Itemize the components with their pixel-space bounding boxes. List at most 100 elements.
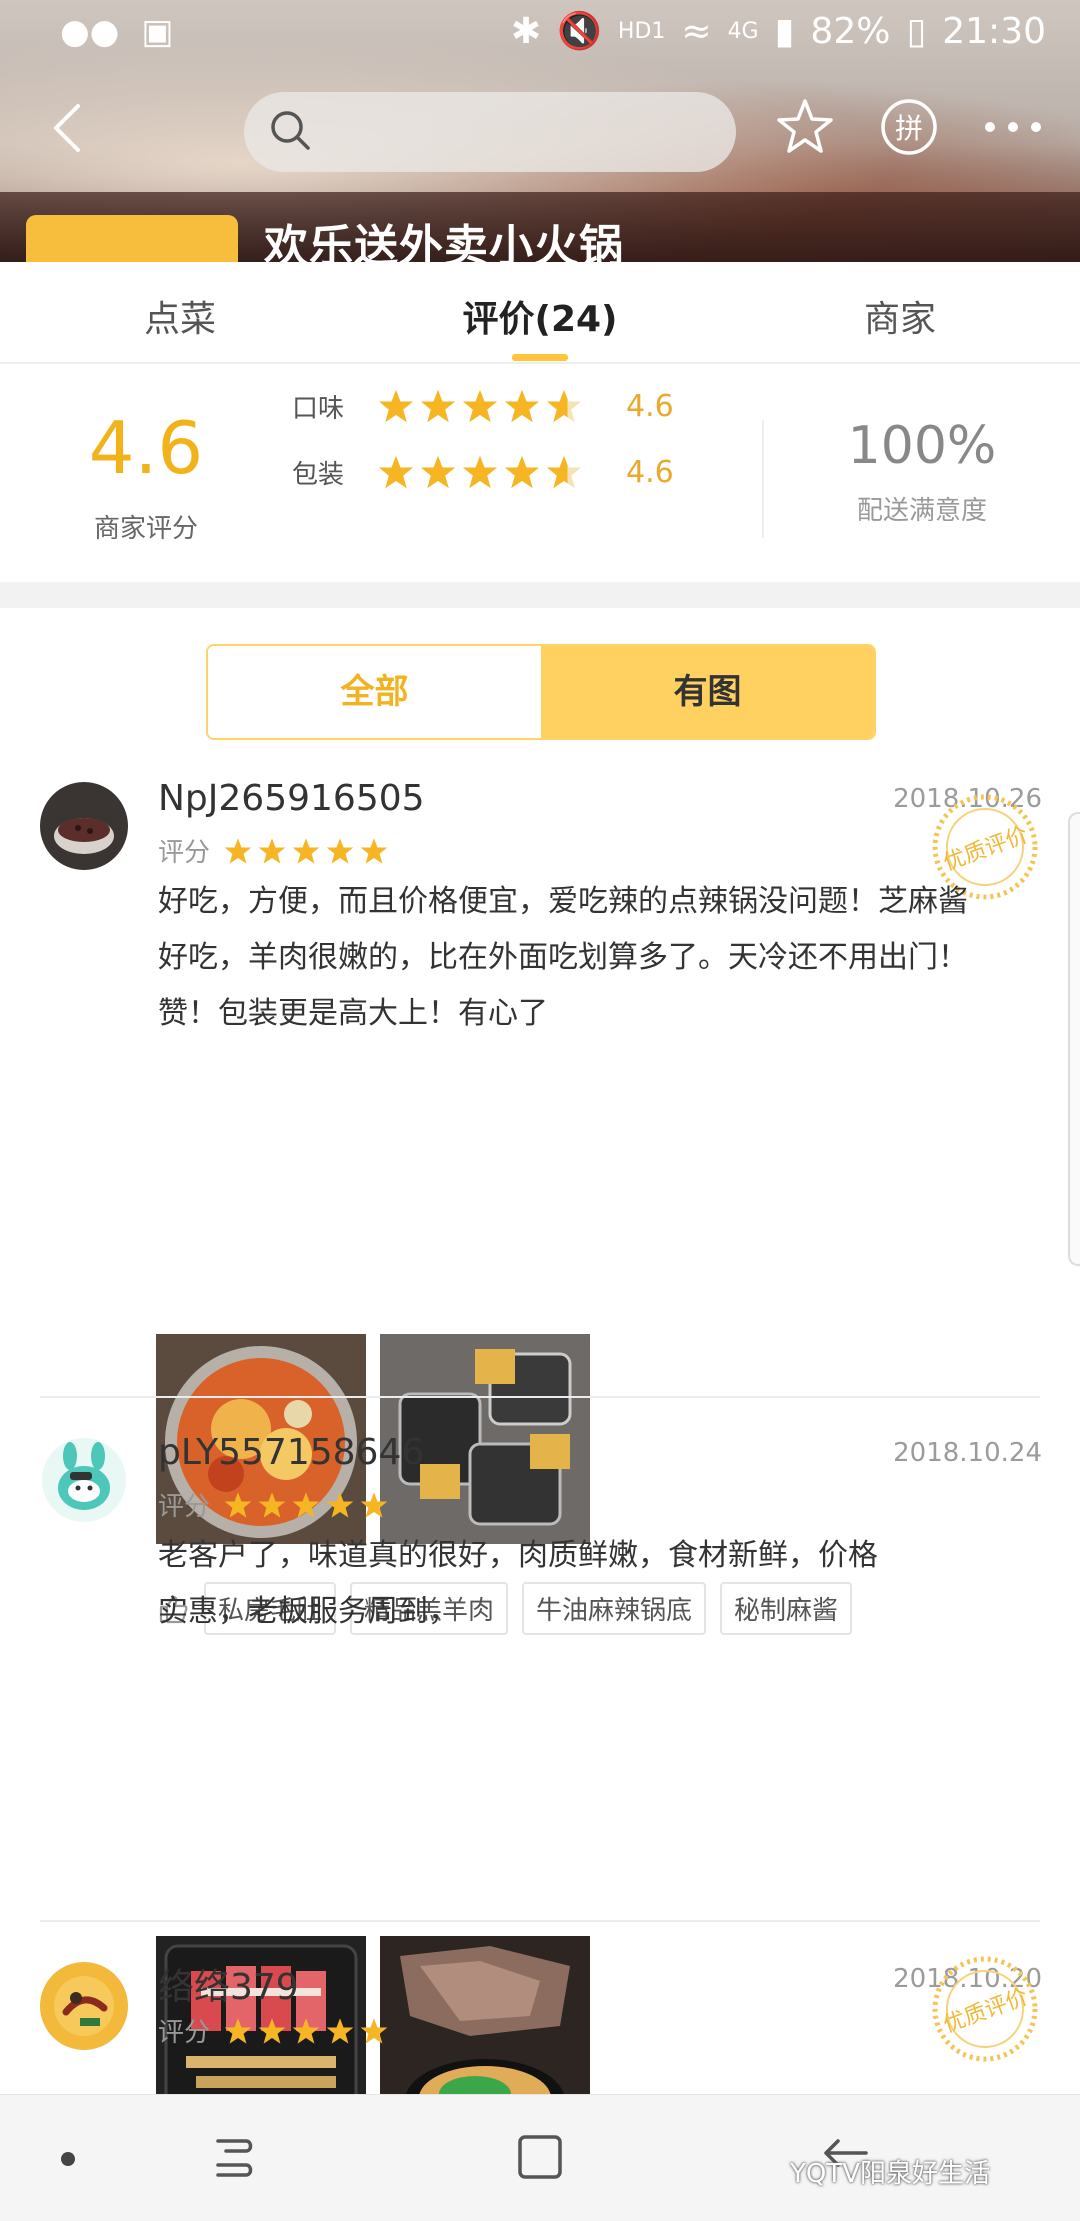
packaging-value: 4.6 bbox=[626, 454, 674, 490]
avatar-image bbox=[40, 1436, 128, 1524]
wechat-icon: ●● bbox=[60, 12, 120, 52]
score-divider bbox=[762, 420, 764, 538]
taste-label: 口味 bbox=[292, 393, 345, 424]
clock: 21:30 bbox=[942, 10, 1046, 52]
star-icon bbox=[360, 2017, 388, 2044]
star-icon bbox=[378, 455, 414, 489]
reviews-panel: 点菜 评价(24) 商家 4.6 商家评分 口味 4.6 包装 4.6 100%… bbox=[0, 262, 1080, 2094]
taste-stars bbox=[378, 388, 582, 424]
section-separator bbox=[0, 582, 1080, 608]
star-icon bbox=[224, 837, 252, 864]
star-icon bbox=[420, 389, 456, 423]
chevron-left-icon bbox=[53, 104, 80, 152]
svg-text:优质评价: 优质评价 bbox=[940, 1985, 1031, 2039]
recent-apps-icon[interactable] bbox=[212, 2129, 262, 2185]
favorite-button[interactable] bbox=[772, 94, 838, 160]
back-button[interactable] bbox=[40, 98, 100, 158]
review-stars bbox=[224, 837, 388, 865]
home-icon[interactable] bbox=[514, 2129, 566, 2185]
review-username: pLY557158646 bbox=[158, 1432, 425, 1473]
review-text-line: 老客户了，味道真的很好，肉质鲜嫩，食材新鲜，价格 bbox=[158, 1538, 878, 1573]
packaging-label: 包装 bbox=[292, 459, 345, 490]
star-icon bbox=[292, 837, 320, 864]
watermark: YQTV阳泉好生活 bbox=[790, 2159, 991, 2189]
tab-bar: 点菜 评价(24) 商家 bbox=[0, 262, 1080, 364]
tab-reviews[interactable]: 评价(24) bbox=[420, 290, 660, 342]
review-text-line: 好吃，羊肉很嫩的，比在外面吃划算多了。天冷还不用出门！ bbox=[158, 940, 968, 975]
star-icon bbox=[378, 389, 414, 423]
review-divider bbox=[40, 1920, 1040, 1922]
store-header: ●● ▣ ✱ 🔇 HD1 ≈ 4G ▮ 82% ▯ 21:30 拼 欢乐送外卖小… bbox=[0, 0, 1080, 262]
status-bar: ●● ▣ ✱ 🔇 HD1 ≈ 4G ▮ 82% ▯ 21:30 bbox=[0, 0, 1080, 66]
review-score-label: 评分 bbox=[158, 838, 211, 868]
star-icon bbox=[224, 2017, 252, 2044]
review-score-label: 评分 bbox=[158, 1492, 211, 1522]
system-nav-bar: YQTV阳泉好生活 bbox=[0, 2094, 1080, 2221]
review-filter: 全部 有图 bbox=[206, 644, 876, 740]
star-icon bbox=[292, 1491, 320, 1518]
review-username: NpJ265916505 bbox=[158, 778, 425, 819]
review-score: 评分 bbox=[158, 2012, 388, 2049]
quality-review-stamp-icon: 优质评价 bbox=[932, 1956, 1038, 2062]
bluetooth-icon: ✱ bbox=[510, 10, 542, 52]
delivery-satisfaction-label: 配送满意度 bbox=[856, 496, 987, 526]
star-icon bbox=[504, 455, 540, 489]
avatar[interactable] bbox=[40, 1436, 128, 1524]
network-label: HD1 bbox=[617, 18, 666, 44]
store-logo bbox=[26, 215, 238, 262]
star-icon bbox=[224, 1491, 252, 1518]
search-input[interactable] bbox=[324, 108, 708, 158]
review-text-line: 好吃，方便，而且价格便宜，爱吃辣的点辣锅没问题！芝麻酱 bbox=[158, 884, 968, 919]
tab-menu[interactable]: 点菜 bbox=[60, 290, 300, 342]
svg-text:拼: 拼 bbox=[895, 112, 923, 145]
star-icon bbox=[326, 837, 354, 864]
wifi-icon: ≈ bbox=[681, 10, 712, 52]
star-icon bbox=[326, 2017, 354, 2044]
taste-value: 4.6 bbox=[626, 388, 674, 424]
star-icon bbox=[462, 389, 498, 423]
review-text-line: 实惠，老板服务周到， bbox=[158, 1594, 458, 1629]
store-name: 欢乐送外卖小火锅 bbox=[264, 221, 624, 262]
star-icon bbox=[420, 455, 456, 489]
review-score: 评分 bbox=[158, 1486, 388, 1523]
avatar-image bbox=[40, 782, 128, 870]
star-icon bbox=[504, 389, 540, 423]
review-date: 2018.10.24 bbox=[893, 1438, 1042, 1468]
more-dots-icon bbox=[985, 122, 1041, 132]
signal-label: 4G bbox=[727, 18, 759, 44]
tab-merchant[interactable]: 商家 bbox=[780, 290, 1020, 342]
top-navbar: 拼 bbox=[0, 88, 1080, 174]
message-icon: ▣ bbox=[141, 12, 174, 52]
review-item: NpJ265916505 2018.10.26 评分 优质评价 好吃，方便，而且… bbox=[0, 778, 1080, 1635]
star-outline-icon bbox=[777, 99, 833, 153]
review-username: 络络379 bbox=[158, 1967, 299, 2008]
avatar[interactable] bbox=[40, 782, 128, 870]
avatar[interactable] bbox=[40, 1962, 128, 2050]
search-bar[interactable] bbox=[244, 92, 736, 172]
search-icon bbox=[271, 111, 310, 150]
battery-icon: ▯ bbox=[906, 10, 927, 52]
filter-all-button[interactable]: 全部 bbox=[208, 646, 541, 738]
dot-icon[interactable] bbox=[58, 2149, 78, 2169]
star-icon bbox=[360, 1491, 388, 1518]
delivery-satisfaction-value: 100% bbox=[847, 416, 997, 476]
review-item: pLY557158646 2018.10.24 评分 老客户了，味道真的很好，肉… bbox=[0, 1432, 1080, 2094]
tab-active-indicator bbox=[512, 354, 568, 361]
star-icon bbox=[292, 2017, 320, 2044]
overall-score-label: 商家评分 bbox=[93, 514, 198, 544]
star-icon bbox=[258, 2017, 286, 2044]
scrollbar[interactable] bbox=[1068, 812, 1080, 1266]
mute-icon: 🔇 bbox=[557, 11, 602, 52]
star-icon bbox=[258, 837, 286, 864]
star-icon bbox=[546, 389, 582, 423]
review-text: 老客户了，味道真的很好，肉质鲜嫩，食材新鲜，价格 实惠，老板服务周到， bbox=[158, 1528, 1038, 1640]
filter-photos-button[interactable]: 有图 bbox=[541, 646, 874, 738]
review-score-label: 评分 bbox=[158, 2018, 211, 2048]
more-button[interactable] bbox=[980, 94, 1046, 160]
star-icon bbox=[326, 1491, 354, 1518]
packaging-stars bbox=[378, 454, 582, 490]
review-stars bbox=[224, 1491, 388, 1519]
group-buy-button[interactable]: 拼 bbox=[876, 94, 942, 160]
battery-percent: 82% bbox=[810, 10, 891, 52]
star-icon bbox=[546, 455, 582, 489]
